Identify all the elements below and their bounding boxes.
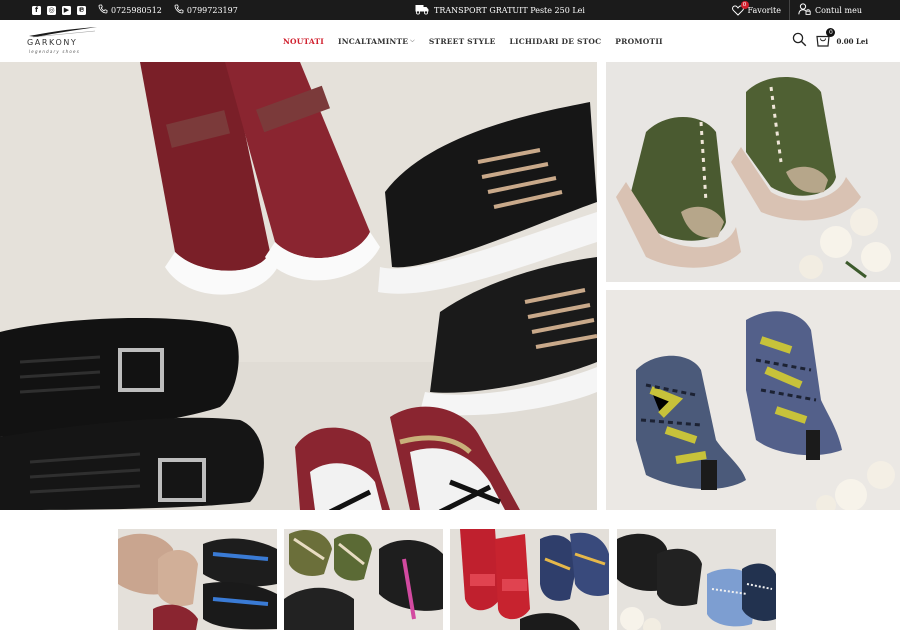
nav-label: STREET STYLE [428,36,496,46]
thumbnail-sneakers-mix[interactable] [118,529,277,630]
logo[interactable]: GARKONY legendary shoes [27,26,99,58]
thumbnail-brogues[interactable] [617,529,776,630]
search-icon[interactable] [792,32,807,51]
instagram-icon[interactable]: ◎ [47,5,56,15]
phone-number: 0799723197 [186,5,238,15]
shipping-notice: TRANSPORT GRATUIT Peste 250 Lei [415,0,585,20]
cart-total: 0.00 Lei [836,36,868,46]
sneakers-mix-photo [118,529,277,630]
favorites-label: Favorite [747,5,781,15]
shoes-circle-photo [0,62,597,510]
logo-swoosh-icon [29,27,97,38]
header-actions: 0 0.00 Lei [792,20,868,62]
nav-label: NOUTATI [283,36,324,46]
favorites-link[interactable]: 0 Favorite [724,0,790,20]
contact-bar: f ◎ ▶ ℗ 0725980512 0799723197 [32,0,238,20]
phone-icon [174,4,184,16]
category-thumbnails [118,529,776,630]
shipping-text: TRANSPORT GRATUIT Peste 250 Lei [434,5,585,15]
brogues-photo [617,529,776,630]
green-boots-photo [606,62,900,282]
phone-link-2[interactable]: 0799723197 [174,4,238,16]
account-link[interactable]: Contul meu [790,0,870,20]
nav-item-lichidari[interactable]: LICHIDARI DE STOC [510,37,602,46]
nav-item-incaltaminte[interactable]: INCALTAMINTE ⌵ [338,37,415,46]
thumbnail-green-sneakers[interactable] [284,529,443,630]
nav-item-noutati[interactable]: NOUTATI [283,37,324,46]
snake-print-boots-photo [606,290,900,510]
hero-banner-snake-boots[interactable] [606,290,900,510]
nav-label: INCALTAMINTE [338,36,409,46]
favorites-count-badge: 0 [740,0,749,9]
site-header: GARKONY legendary shoes NOUTATI INCALTAM… [0,20,900,62]
thumbnail-red-loafers[interactable] [450,529,609,630]
phone-number: 0725980512 [111,5,162,15]
heart-icon: 0 [731,0,749,16]
truck-icon [415,4,429,17]
nav-label: LICHIDARI DE STOC [509,36,602,46]
nav-label: PROMOTII [615,36,663,46]
cart-button[interactable]: 0 0.00 Lei [815,27,868,51]
chevron-down-icon: ⌵ [410,37,415,44]
account-links: 0 Favorite Contul meu [724,0,870,20]
main-nav: NOUTATI INCALTAMINTE ⌵ STREET STYLE LICHI… [283,20,663,62]
phone-icon [98,4,108,16]
youtube-icon[interactable]: ▶ [62,5,71,15]
logo-tagline: legendary shoes [29,49,80,54]
account-label: Contul meu [814,5,862,15]
red-loafers-photo [450,529,609,630]
nav-item-promotii[interactable]: PROMOTII [615,37,662,46]
hero-banner-main[interactable] [0,62,597,510]
user-icon [798,3,811,17]
phone-link-1[interactable]: 0725980512 [98,4,162,16]
pinterest-icon[interactable]: ℗ [77,5,86,15]
top-bar: f ◎ ▶ ℗ 0725980512 0799723197 TRANSPORT … [0,0,900,20]
logo-name: GARKONY [27,38,78,47]
cart-count-badge: 0 [826,27,836,37]
hero-banner-green-boots[interactable] [606,62,900,282]
green-sneakers-photo [284,529,443,630]
facebook-icon[interactable]: f [32,5,41,15]
nav-item-street-style[interactable]: STREET STYLE [429,37,496,46]
